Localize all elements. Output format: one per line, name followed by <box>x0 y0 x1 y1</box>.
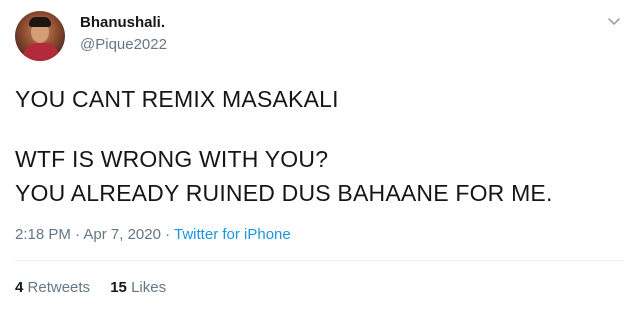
tweet-metadata: 2:18 PM · Apr 7, 2020 · Twitter for iPho… <box>15 226 291 243</box>
tweet-date[interactable]: Apr 7, 2020 <box>83 226 161 243</box>
retweets-label: Retweets <box>27 279 91 296</box>
avatar[interactable] <box>15 11 65 61</box>
avatar-shirt <box>23 43 59 61</box>
chevron-down-icon[interactable] <box>606 14 622 30</box>
likes-label: Likes <box>131 279 167 296</box>
tweet-text-line: WTF IS WRONG WITH YOU? <box>15 146 329 172</box>
retweets-count: 4 <box>15 279 24 296</box>
tweet-source-link[interactable]: Twitter for iPhone <box>174 226 291 243</box>
tweet-time[interactable]: 2:18 PM <box>15 226 71 243</box>
meta-separator: · <box>160 226 175 243</box>
likes-count: 15 <box>110 279 127 296</box>
author-handle[interactable]: @Pique2022 <box>80 36 167 53</box>
divider <box>15 260 624 261</box>
tweet-text-line: YOU CANT REMIX MASAKALI <box>15 86 339 112</box>
tweet-card: Bhanushali. @Pique2022 YOU CANT REMIX MA… <box>0 0 640 315</box>
tweet-text-line: YOU ALREADY RUINED DUS BAHAANE FOR ME. <box>15 180 553 206</box>
avatar-hair <box>29 17 51 27</box>
engagement-stats: 4 Retweets 15 Likes <box>15 279 182 296</box>
likes-stat[interactable]: 15 Likes <box>110 279 166 296</box>
author-display-name[interactable]: Bhanushali. <box>80 14 165 31</box>
meta-separator: · <box>70 226 84 243</box>
retweets-stat[interactable]: 4 Retweets <box>15 279 90 296</box>
